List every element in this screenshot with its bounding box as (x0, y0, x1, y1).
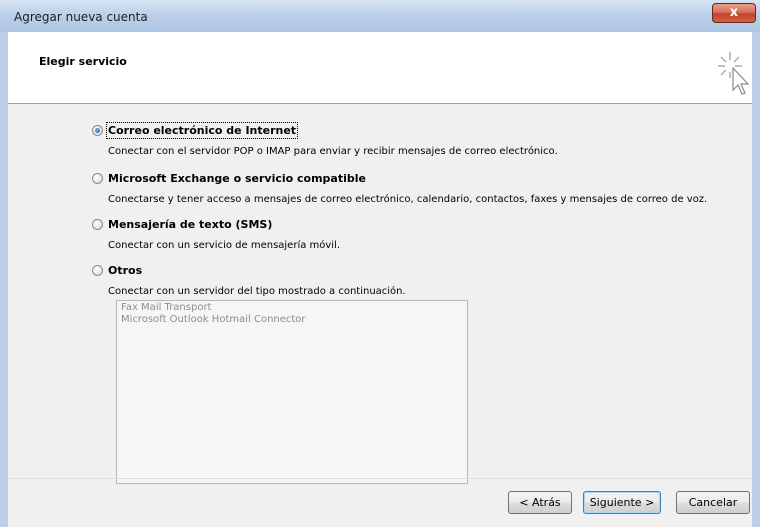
option-description: Conectar con un servicio de mensajería m… (108, 240, 341, 251)
back-button[interactable]: < Atrás (508, 491, 572, 514)
option-description: Conectarse y tener acceso a mensajes de … (108, 194, 708, 205)
list-item[interactable]: Microsoft Outlook Hotmail Connector (117, 314, 467, 326)
other-services-list[interactable]: Fax Mail Transport Microsoft Outlook Hot… (116, 300, 468, 484)
next-button[interactable]: Siguiente > (583, 491, 661, 514)
list-item[interactable]: Fax Mail Transport (117, 302, 467, 314)
dialog-window: Agregar nueva cuenta x Elegir servicio C… (0, 0, 760, 527)
radio-other[interactable] (92, 265, 103, 276)
wizard-header: Elegir servicio (8, 32, 752, 104)
option-label[interactable]: Microsoft Exchange o servicio compatible (108, 172, 366, 185)
option-description: Conectar con un servidor del tipo mostra… (108, 286, 406, 297)
option-label[interactable]: Correo electrónico de Internet (105, 122, 299, 139)
radio-sms[interactable] (92, 219, 103, 230)
cancel-button[interactable]: Cancelar (676, 491, 750, 514)
window-frame-right (752, 32, 760, 527)
option-label[interactable]: Otros (108, 264, 142, 277)
page-title: Elegir servicio (39, 55, 127, 68)
title-bar[interactable]: Agregar nueva cuenta x (0, 0, 760, 32)
footer-divider (8, 478, 752, 479)
radio-internet-email[interactable] (92, 125, 103, 136)
radio-exchange[interactable] (92, 173, 103, 184)
cursor-click-icon (718, 52, 750, 95)
option-label[interactable]: Mensajería de texto (SMS) (108, 218, 272, 231)
wizard-content: Correo electrónico de Internet Conectar … (8, 104, 752, 527)
window-title: Agregar nueva cuenta (14, 10, 148, 24)
option-description: Conectar con el servidor POP o IMAP para… (108, 146, 558, 157)
close-button[interactable]: x (712, 3, 756, 23)
window-frame-left (0, 32, 8, 527)
close-icon: x (729, 5, 739, 20)
